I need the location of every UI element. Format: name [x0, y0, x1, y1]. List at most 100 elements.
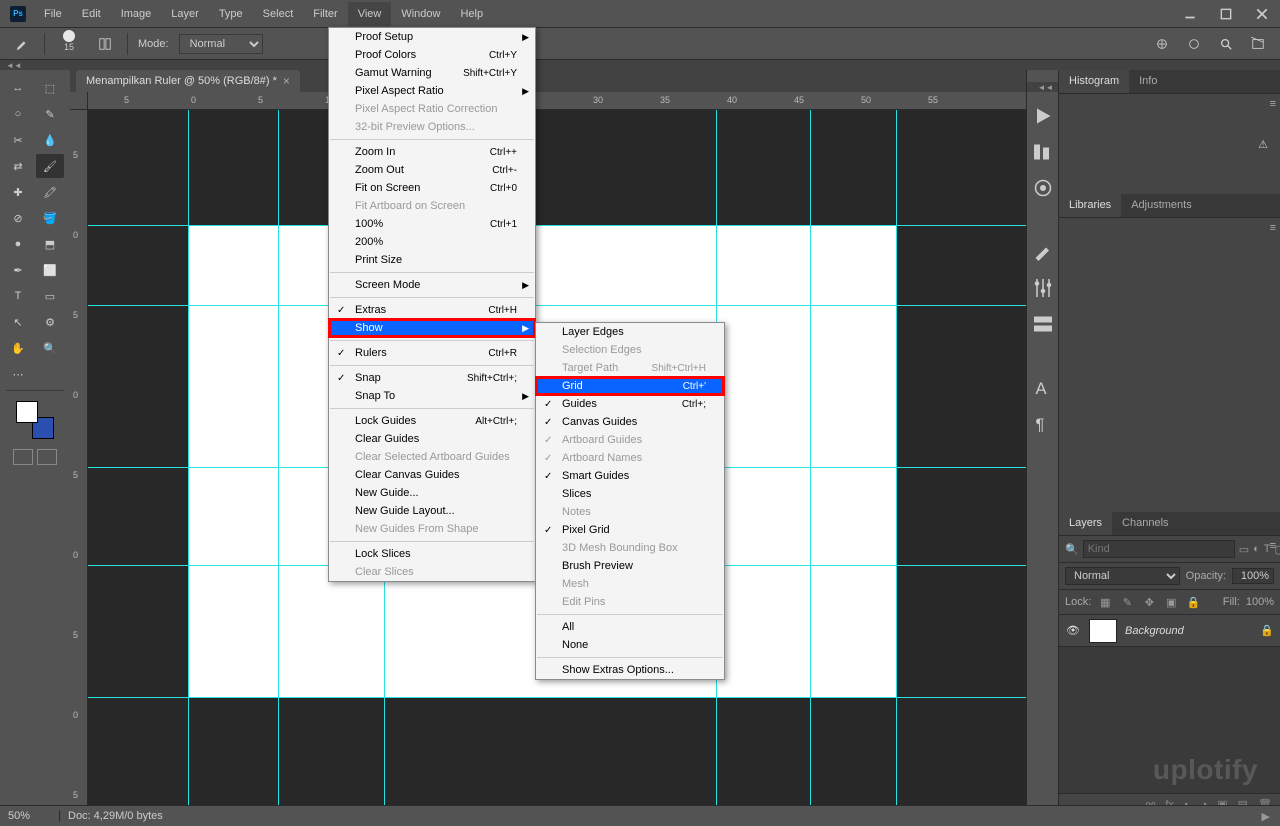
guide-horizontal[interactable] [88, 225, 1026, 226]
blend-mode-select[interactable]: Normal [179, 34, 263, 54]
paragraph-icon[interactable]: ¶ [1031, 412, 1055, 436]
menu-item-proof-setup[interactable]: Proof Setup▶ [329, 28, 535, 46]
tab-adjustments[interactable]: Adjustments [1121, 194, 1202, 217]
menu-item-clear-canvas-guides[interactable]: Clear Canvas Guides [329, 466, 535, 484]
tool-rectangle[interactable]: ▭ [36, 284, 64, 308]
tab-layers[interactable]: Layers [1059, 512, 1112, 535]
layer-row[interactable]: 👁 Background 🔒 [1059, 615, 1280, 647]
menu-item-print-size[interactable]: Print Size [329, 251, 535, 269]
guide-horizontal[interactable] [88, 305, 1026, 306]
tool-patch[interactable]: ⇄ [4, 154, 32, 178]
panel-menu-icon[interactable]: ≡ [1270, 540, 1276, 552]
menu-item-grid[interactable]: GridCtrl+' [536, 377, 724, 395]
tab-channels[interactable]: Channels [1112, 512, 1178, 535]
menu-item-extras[interactable]: ✓ExtrasCtrl+H [329, 301, 535, 319]
menu-item-show-extras-options-[interactable]: Show Extras Options... [536, 661, 724, 679]
menu-help[interactable]: Help [450, 2, 493, 26]
panel-menu-icon[interactable]: ≡ [1270, 222, 1276, 234]
workspace-switcher-icon[interactable] [1246, 32, 1270, 56]
menu-edit[interactable]: Edit [72, 2, 111, 26]
tool-bucket[interactable]: 🪣 [36, 206, 64, 230]
screen-mode-icon[interactable] [37, 449, 57, 465]
tool-eyedropper[interactable]: 💧 [36, 128, 64, 152]
menu-item-snap-to[interactable]: Snap To▶ [329, 387, 535, 405]
menu-item-snap[interactable]: ✓SnapShift+Ctrl+; [329, 369, 535, 387]
tool-pen[interactable]: ✒ [4, 258, 32, 282]
brush-preview[interactable]: 15 [55, 30, 83, 58]
menu-item-none[interactable]: None [536, 636, 724, 654]
tool-direct-select[interactable]: ⚙ [36, 310, 64, 334]
guide-vertical[interactable] [188, 110, 189, 815]
guide-horizontal[interactable] [88, 697, 1026, 698]
menu-type[interactable]: Type [209, 2, 253, 26]
menu-item-slices[interactable]: Slices [536, 485, 724, 503]
menu-item-screen-mode[interactable]: Screen Mode▶ [329, 276, 535, 294]
layer-filter-input[interactable] [1083, 540, 1235, 558]
menu-item-lock-slices[interactable]: Lock Slices [329, 545, 535, 563]
brush-option-icon-1[interactable] [1150, 32, 1174, 56]
tool-marquee[interactable]: ⬚ [36, 76, 64, 100]
tool-dodge[interactable]: ● [4, 232, 32, 256]
color-swatches[interactable] [16, 401, 54, 439]
panel-menu-icon[interactable]: ≡ [1270, 98, 1276, 110]
menu-layer[interactable]: Layer [161, 2, 209, 26]
menu-item-new-guide-[interactable]: New Guide... [329, 484, 535, 502]
tool-path-select[interactable]: ↖ [4, 310, 32, 334]
menu-item-new-guide-layout-[interactable]: New Guide Layout... [329, 502, 535, 520]
menu-item-all[interactable]: All [536, 618, 724, 636]
layer-name[interactable]: Background [1125, 625, 1252, 637]
collapse-arrow-right[interactable]: ◄◄ [1027, 82, 1058, 92]
tab-libraries[interactable]: Libraries [1059, 194, 1121, 217]
brush-settings-icon[interactable] [93, 32, 117, 56]
menu-item-zoom-in[interactable]: Zoom InCtrl++ [329, 143, 535, 161]
brush-tool-icon[interactable] [10, 32, 34, 56]
opacity-value[interactable]: 100% [1232, 568, 1274, 584]
tool-clone[interactable]: 🖍 [36, 180, 64, 204]
menu-item-100-[interactable]: 100%Ctrl+1 [329, 215, 535, 233]
character-icon[interactable]: A [1031, 376, 1055, 400]
play-icon[interactable] [1031, 104, 1055, 128]
menu-item-smart-guides[interactable]: ✓Smart Guides [536, 467, 724, 485]
menu-item-rulers[interactable]: ✓RulersCtrl+R [329, 344, 535, 362]
guide-vertical[interactable] [810, 110, 811, 815]
lock-position-icon[interactable]: ✥ [1141, 594, 1157, 610]
tool-[interactable] [36, 362, 64, 386]
lock-icon[interactable]: 🔒 [1260, 624, 1274, 637]
menu-item-proof-colors[interactable]: Proof ColorsCtrl+Y [329, 46, 535, 64]
fill-value[interactable]: 100% [1246, 596, 1274, 608]
foreground-swatch[interactable] [16, 401, 38, 423]
menu-item-guides[interactable]: ✓GuidesCtrl+; [536, 395, 724, 413]
layer-thumbnail[interactable] [1089, 619, 1117, 643]
maximize-button[interactable] [1208, 0, 1244, 27]
tool-pencil[interactable]: ✎ [36, 102, 64, 126]
menu-image[interactable]: Image [111, 2, 162, 26]
warning-icon[interactable]: ⚠ [1258, 138, 1280, 151]
document-tab[interactable]: Menampilkan Ruler @ 50% (RGB/8#) * × [76, 70, 300, 92]
tool-eraser[interactable]: ⊘ [4, 206, 32, 230]
tool-move[interactable]: ↔ [4, 76, 32, 100]
menu-item-zoom-out[interactable]: Zoom OutCtrl+- [329, 161, 535, 179]
menu-item-lock-guides[interactable]: Lock GuidesAlt+Ctrl+; [329, 412, 535, 430]
menu-item-clear-guides[interactable]: Clear Guides [329, 430, 535, 448]
menu-item-fit-on-screen[interactable]: Fit on ScreenCtrl+0 [329, 179, 535, 197]
chevron-right-icon[interactable]: ▶ [1252, 810, 1280, 823]
brushes-icon[interactable] [1031, 240, 1055, 264]
menu-file[interactable]: File [34, 2, 72, 26]
menu-item-gamut-warning[interactable]: Gamut WarningShift+Ctrl+Y [329, 64, 535, 82]
filter-pixel-icon[interactable]: ▭ [1239, 541, 1249, 557]
tool-shape[interactable]: ⬜ [36, 258, 64, 282]
tab-histogram[interactable]: Histogram [1059, 70, 1129, 93]
status-zoom[interactable]: 50% [0, 810, 60, 822]
minimize-button[interactable] [1172, 0, 1208, 27]
menu-item-pixel-grid[interactable]: ✓Pixel Grid [536, 521, 724, 539]
menu-select[interactable]: Select [253, 2, 304, 26]
tool-type[interactable]: T [4, 284, 32, 308]
tool-brush[interactable]: 🖌 [36, 154, 64, 178]
menu-item-brush-preview[interactable]: Brush Preview [536, 557, 724, 575]
tool-gradient[interactable]: ⬒ [36, 232, 64, 256]
guide-vertical[interactable] [278, 110, 279, 815]
collapse-arrow-left[interactable]: ◄◄ [0, 60, 1280, 70]
lock-all-icon[interactable]: 🔒 [1185, 594, 1201, 610]
menu-filter[interactable]: Filter [303, 2, 347, 26]
search-icon[interactable] [1214, 32, 1238, 56]
